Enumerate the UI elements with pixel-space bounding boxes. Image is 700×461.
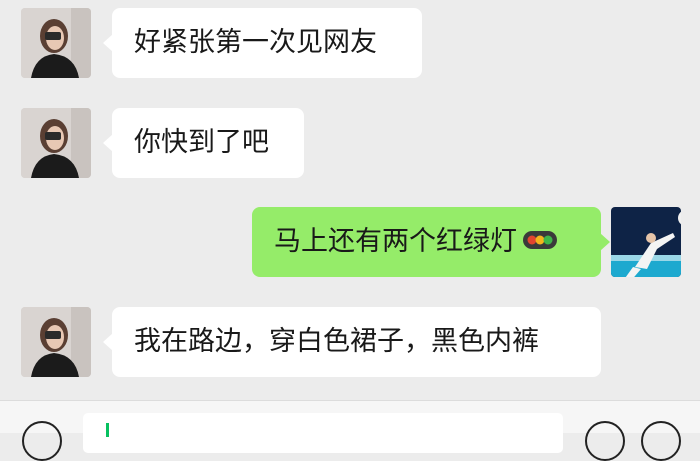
voice-icon[interactable] <box>22 421 62 461</box>
traffic-light-icon <box>523 206 557 276</box>
message-text: 我在路边，穿白色裙子，黑色内裤 <box>134 326 539 357</box>
contact-avatar[interactable] <box>21 8 91 78</box>
message-bubble-incoming[interactable]: 好紧张第一次见网友 <box>103 8 422 78</box>
emoji-icon[interactable] <box>585 421 625 461</box>
message-input[interactable] <box>83 413 563 453</box>
message-text: 马上还有两个红绿灯 <box>274 226 517 257</box>
message-bubble-incoming[interactable]: 我在路边，穿白色裙子，黑色内裤 <box>103 307 601 377</box>
message-text: 你快到了吧 <box>134 127 269 158</box>
plus-icon[interactable] <box>641 421 681 461</box>
message-bubble-outgoing[interactable]: 马上还有两个红绿灯 <box>252 206 610 277</box>
input-caret <box>106 423 109 437</box>
contact-avatar[interactable] <box>21 307 91 377</box>
user-avatar[interactable] <box>611 207 681 277</box>
input-bar <box>0 400 700 461</box>
contact-avatar[interactable] <box>21 108 91 178</box>
message-text: 好紧张第一次见网友 <box>134 27 377 58</box>
message-bubble-incoming[interactable]: 你快到了吧 <box>103 108 304 178</box>
chat-area: 好紧张第一次见网友 你快到了吧 马上还有两个红绿灯 我在路边，穿白色裙子，黑色内… <box>0 0 700 400</box>
